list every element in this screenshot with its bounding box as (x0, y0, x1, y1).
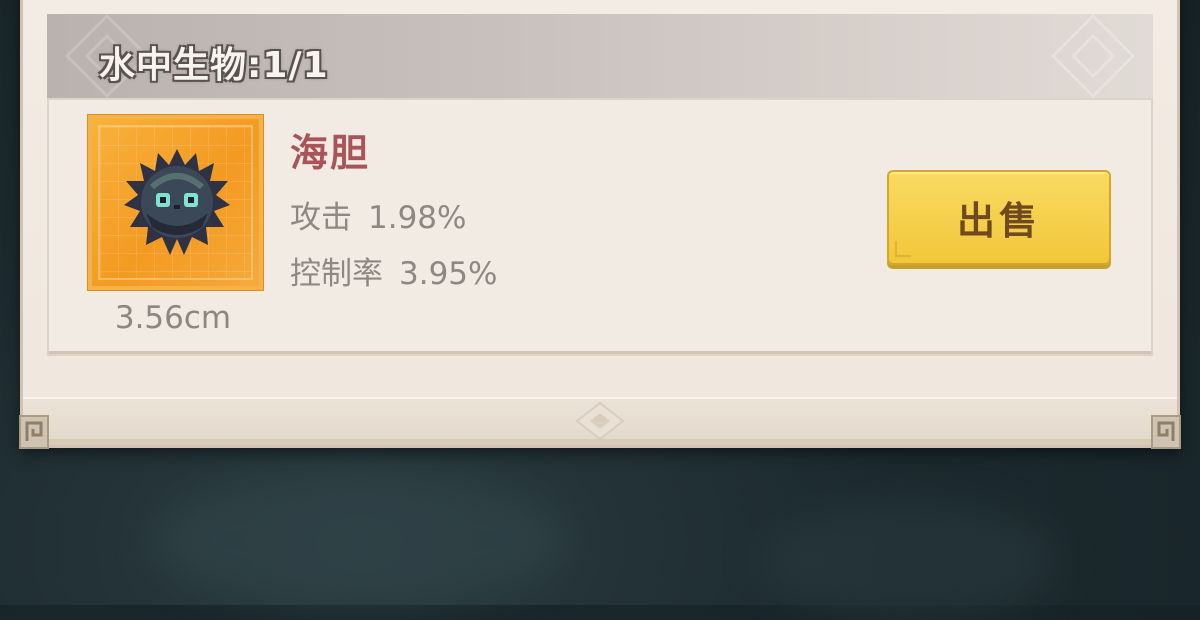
section-title: 水中生物:1/1 (99, 45, 329, 86)
sea-urchin-icon (124, 149, 230, 255)
diamond-ornament-icon (575, 401, 625, 439)
creature-size-label: 3.56cm (114, 300, 232, 336)
stat-label: 攻击 (290, 200, 352, 236)
sell-button[interactable]: 出售 (887, 170, 1111, 265)
button-corner-ornament-icon (895, 241, 911, 257)
creature-name: 海胆 (290, 131, 371, 175)
stat-label: 控制率 (290, 256, 383, 292)
corner-ornament-icon (1151, 415, 1181, 449)
background-shape (760, 500, 1060, 620)
stat-attack: 攻击 1.98% (290, 192, 466, 237)
sell-button-label: 出售 (956, 199, 1041, 243)
stat-control-rate: 控制率 3.95% (290, 248, 497, 293)
corner-ornament-icon (19, 415, 49, 449)
stat-value: 1.98% (368, 200, 467, 236)
creature-icon-frame[interactable] (88, 115, 263, 290)
header-right-ornament-icon (1050, 14, 1136, 98)
section-header: 水中生物:1/1 (47, 14, 1153, 98)
stat-value: 3.95% (399, 256, 498, 292)
panel-footer-line (23, 439, 1177, 445)
background-shape (150, 470, 570, 610)
